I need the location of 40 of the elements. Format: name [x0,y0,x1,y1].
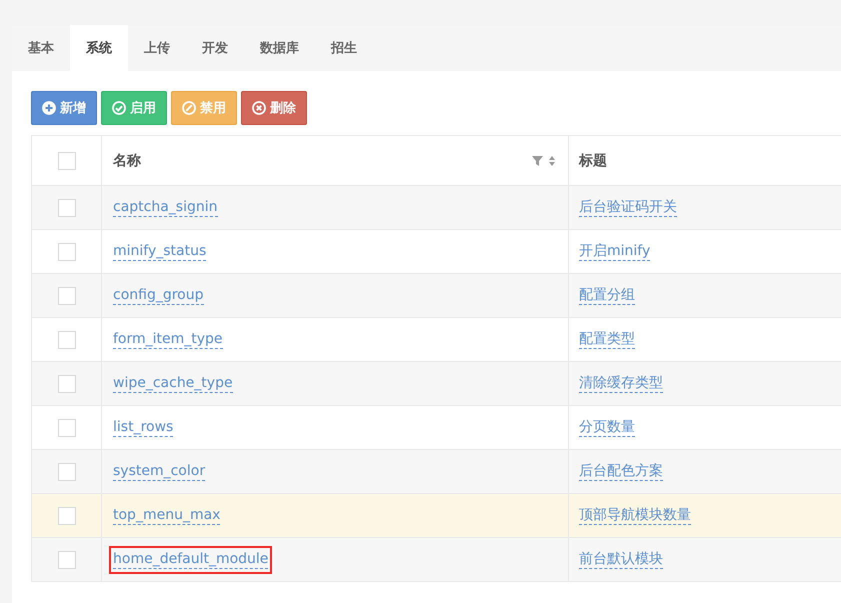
name-link[interactable]: minify_status [113,242,206,261]
name-link[interactable]: home_default_module [113,550,268,568]
plus-circle-icon [42,101,56,115]
x-circle-icon [252,101,266,115]
checkbox[interactable] [58,462,76,480]
name-link[interactable]: list_rows [113,418,174,437]
title-link[interactable]: 前台默认模块 [579,550,663,569]
title-link[interactable]: 配置类型 [579,330,635,349]
delete-button[interactable]: 删除 [241,91,307,125]
checkbox[interactable] [58,286,76,304]
check-circle-icon [112,101,126,115]
column-header: 名称 [113,152,142,170]
checkbox[interactable] [58,418,76,436]
title-link[interactable]: 配置分组 [579,286,635,305]
checkbox[interactable] [58,152,76,170]
checkbox[interactable] [58,242,76,260]
filter-sort-icon[interactable] [532,154,558,166]
title-link[interactable]: 开启minify [579,242,650,261]
title-link[interactable]: 顶部导航模块数量 [579,506,691,525]
title-link[interactable]: 清除缓存类型 [579,374,663,393]
name-link[interactable]: top_menu_max [113,506,220,525]
column-header: 标题 [579,152,607,168]
checkbox[interactable] [58,330,76,348]
ban-icon [182,101,196,115]
checkbox[interactable] [58,198,76,216]
title-link[interactable]: 后台配色方案 [579,462,663,481]
name-link[interactable]: config_group [113,286,204,305]
name-link[interactable]: wipe_cache_type [113,374,233,393]
enable-button[interactable]: 启用 [101,91,167,125]
title-link[interactable]: 后台验证码开关 [579,198,677,217]
add-button[interactable]: 新增 [31,91,97,125]
checkbox[interactable] [58,506,76,524]
name-link[interactable]: system_color [113,462,206,481]
name-link[interactable]: form_item_type [113,330,223,349]
name-link[interactable]: captcha_signin [113,198,218,217]
title-link[interactable]: 分页数量 [579,418,635,437]
disable-button[interactable]: 禁用 [171,91,237,125]
tab[interactable]: 系统 [70,25,128,71]
checkbox[interactable] [58,374,76,392]
checkbox[interactable] [58,550,76,568]
